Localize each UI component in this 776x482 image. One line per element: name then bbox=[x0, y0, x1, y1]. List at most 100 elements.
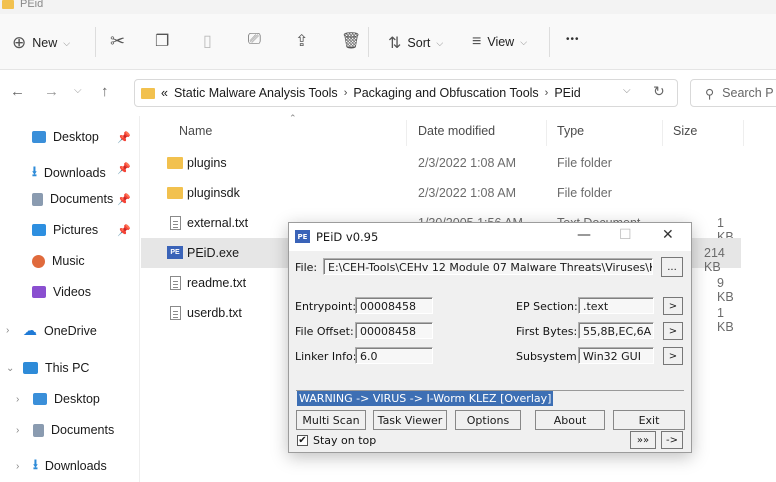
breadcrumb-packaging[interactable]: Packaging and Obfuscation Tools bbox=[353, 86, 538, 100]
sort-button[interactable]: ⇅ Sort ⌵ bbox=[388, 33, 443, 53]
extra-info-button[interactable]: »» bbox=[630, 431, 656, 449]
sidebar-item-pc-downloads[interactable]: › ⭳ Downloads bbox=[16, 454, 107, 478]
computer-icon bbox=[23, 362, 38, 374]
forward-arrow-icon[interactable]: → bbox=[44, 83, 59, 100]
sidebar-item-pc-documents[interactable]: › Documents bbox=[16, 423, 114, 437]
exit-button[interactable]: Exit bbox=[613, 410, 685, 430]
videos-icon bbox=[32, 286, 46, 298]
paste-icon[interactable]: ▯ bbox=[203, 31, 212, 51]
multi-scan-button[interactable]: Multi Scan bbox=[296, 410, 366, 430]
divider bbox=[662, 120, 663, 146]
documents-icon bbox=[32, 192, 43, 206]
chevron-down-icon: ⌵ bbox=[63, 37, 71, 48]
breadcrumb-static-malware[interactable]: Static Malware Analysis Tools bbox=[174, 86, 338, 100]
more-options-icon[interactable]: ••• bbox=[566, 34, 580, 45]
download-icon: ⭳ bbox=[32, 163, 37, 179]
file-name: plugins bbox=[187, 156, 227, 170]
dialog-title-bar[interactable]: PE PEiD v0.95 — ☐ ✕ bbox=[289, 223, 691, 251]
pin-icon: 📌 bbox=[117, 132, 131, 144]
search-icon: ⚲ bbox=[705, 86, 715, 101]
column-header-size[interactable]: Size bbox=[673, 124, 697, 138]
file-size: 1 KB bbox=[717, 306, 734, 334]
desktop-icon bbox=[33, 393, 47, 405]
folder-icon bbox=[167, 187, 183, 199]
view-button[interactable]: ≡ View ⌵ bbox=[472, 33, 527, 51]
table-row[interactable]: pluginsdk 2/3/2022 1:08 AM File folder bbox=[141, 178, 741, 208]
pin-icon: 📌 bbox=[117, 194, 131, 206]
rename-icon[interactable]: ⎚ bbox=[248, 31, 261, 49]
sidebar-item-pc-desktop[interactable]: › Desktop bbox=[16, 392, 100, 406]
stay-on-top-checkbox[interactable]: ✔ bbox=[297, 435, 308, 446]
column-header-name[interactable]: Name bbox=[179, 124, 212, 138]
sidebar-item-documents[interactable]: Documents bbox=[32, 192, 113, 206]
file-date: 2/3/2022 1:08 AM bbox=[418, 186, 516, 200]
first-bytes-field[interactable]: 55,8B,EC,6A bbox=[578, 322, 654, 339]
file-offset-field[interactable]: 00008458 bbox=[355, 322, 433, 339]
browse-button[interactable]: ... bbox=[661, 257, 683, 277]
file-offset-label: File Offset: bbox=[295, 325, 354, 338]
sidebar-item-label: Downloads bbox=[44, 459, 107, 473]
back-arrow-icon[interactable]: ← bbox=[10, 83, 25, 100]
address-bar[interactable]: « Static Malware Analysis Tools › Packag… bbox=[134, 79, 678, 107]
refresh-icon[interactable]: ↻ bbox=[653, 83, 665, 100]
documents-icon bbox=[33, 423, 44, 437]
plugins-button[interactable]: -> bbox=[661, 431, 683, 449]
ep-section-button[interactable]: > bbox=[663, 297, 683, 315]
subsystem-field[interactable]: Win32 GUI bbox=[578, 347, 654, 364]
sidebar-item-music[interactable]: Music bbox=[32, 254, 85, 268]
divider bbox=[743, 120, 744, 146]
column-header-type[interactable]: Type bbox=[557, 124, 584, 138]
sidebar-item-label: Documents bbox=[51, 423, 115, 437]
task-viewer-button[interactable]: Task Viewer bbox=[373, 410, 447, 430]
sidebar-item-onedrive[interactable]: › ☁ OneDrive bbox=[6, 322, 97, 339]
entrypoint-field[interactable]: 00008458 bbox=[355, 297, 433, 314]
pin-icon: 📌 bbox=[117, 163, 131, 175]
search-input[interactable]: ⚲ Search P bbox=[690, 79, 776, 107]
copy-icon[interactable]: ❐ bbox=[155, 31, 169, 51]
chevron-down-icon: ⌵ bbox=[520, 36, 528, 47]
sidebar-item-downloads[interactable]: ⭳ Downloads bbox=[32, 161, 106, 185]
about-button[interactable]: About bbox=[535, 410, 605, 430]
chevron-down-icon: ⌄ bbox=[6, 362, 15, 374]
minimize-icon[interactable]: — bbox=[577, 227, 591, 243]
chevron-right-icon: › bbox=[544, 87, 549, 99]
breadcrumb-overflow[interactable]: « bbox=[161, 86, 168, 100]
recent-locations-icon[interactable]: ⌵ bbox=[74, 85, 82, 96]
ep-section-field[interactable]: .text bbox=[578, 297, 654, 314]
sidebar-item-label: OneDrive bbox=[44, 323, 97, 338]
sidebar-item-label: Desktop bbox=[53, 130, 99, 144]
sidebar-item-thispc[interactable]: ⌄ This PC bbox=[6, 361, 89, 375]
options-button[interactable]: Options bbox=[455, 410, 521, 430]
chevron-right-icon: › bbox=[6, 325, 10, 336]
delete-icon[interactable]: 🗑 bbox=[341, 31, 361, 51]
chevron-down-icon: ⌵ bbox=[436, 37, 444, 48]
sort-icon: ⇅ bbox=[388, 35, 402, 52]
maximize-icon[interactable]: ☐ bbox=[619, 227, 632, 243]
share-icon[interactable]: ⇪ bbox=[295, 31, 308, 51]
breadcrumb-peid[interactable]: PEid bbox=[554, 86, 580, 100]
file-name: userdb.txt bbox=[187, 306, 242, 320]
new-button[interactable]: ⊕ New ⌵ bbox=[12, 33, 70, 53]
up-arrow-icon[interactable]: ↑ bbox=[101, 83, 109, 100]
address-dropdown-icon[interactable]: ⌵ bbox=[623, 85, 631, 96]
view-icon: ≡ bbox=[472, 33, 482, 50]
first-bytes-button[interactable]: > bbox=[663, 322, 683, 340]
file-path-field[interactable]: E:\CEH-Tools\CEHv 12 Module 07 Malware T… bbox=[323, 258, 653, 275]
chevron-right-icon: › bbox=[343, 87, 348, 99]
sidebar-item-pictures[interactable]: Pictures bbox=[32, 223, 98, 237]
linker-info-field[interactable]: 6.0 bbox=[355, 347, 433, 364]
command-bar: ⊕ New ⌵ ✂ ❐ ▯ ⎚ ⇪ 🗑 ⇅ Sort ⌵ ≡ View ⌵ ••… bbox=[0, 14, 776, 70]
sidebar-item-desktop[interactable]: Desktop bbox=[32, 130, 99, 144]
column-header-date[interactable]: Date modified bbox=[418, 124, 495, 138]
download-icon: ⭳ bbox=[33, 456, 38, 472]
cut-icon[interactable]: ✂ bbox=[110, 31, 125, 52]
table-row[interactable]: plugins 2/3/2022 1:08 AM File folder bbox=[141, 148, 741, 178]
stay-on-top-label: Stay on top bbox=[313, 434, 377, 447]
subsystem-button[interactable]: > bbox=[663, 347, 683, 365]
text-file-icon bbox=[170, 216, 181, 230]
navigation-bar: ← → ⌵ ↑ « Static Malware Analysis Tools … bbox=[0, 70, 776, 116]
file-date: 2/3/2022 1:08 AM bbox=[418, 156, 516, 170]
sidebar-item-videos[interactable]: Videos bbox=[32, 285, 91, 299]
text-file-icon bbox=[170, 306, 181, 320]
close-icon[interactable]: ✕ bbox=[662, 227, 674, 243]
